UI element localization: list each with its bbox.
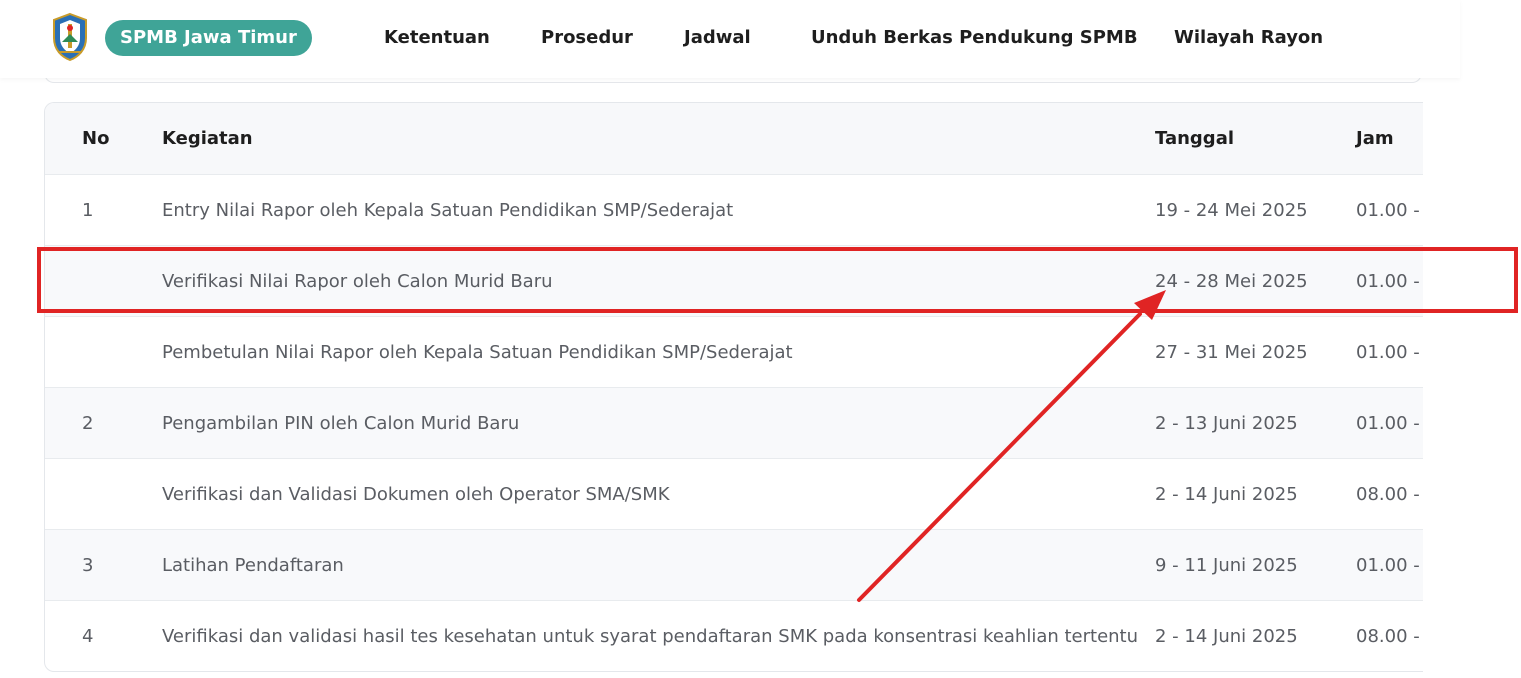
column-header-kegiatan: Kegiatan [162, 128, 253, 149]
schedule-table: No Kegiatan Tanggal Jam 1 Entry Nilai Ra… [44, 102, 1423, 672]
jawa-timur-emblem-icon[interactable] [50, 12, 90, 62]
cell-jam: 01.00 - [1356, 412, 1420, 434]
cell-kegiatan: Verifikasi Nilai Rapor oleh Calon Murid … [162, 270, 553, 292]
table-header-row: No Kegiatan Tanggal Jam [45, 103, 1423, 175]
nav-prosedur[interactable]: Prosedur [541, 26, 633, 50]
nav-unduh-berkas[interactable]: Unduh Berkas Pendukung SPMB [811, 26, 1138, 50]
table-row: Pembetulan Nilai Rapor oleh Kepala Satua… [45, 317, 1423, 388]
table-row: 3 Latihan Pendaftaran 9 - 11 Juni 2025 0… [45, 530, 1423, 601]
cell-tanggal: 27 - 31 Mei 2025 [1155, 341, 1308, 363]
column-header-no: No [82, 128, 110, 149]
cell-tanggal: 2 - 14 Juni 2025 [1155, 483, 1298, 505]
cell-jam: 08.00 - [1356, 626, 1420, 647]
table-row: 4 Verifikasi dan validasi hasil tes kese… [45, 601, 1423, 671]
cell-tanggal: 9 - 11 Juni 2025 [1155, 554, 1298, 576]
cell-kegiatan: Pengambilan PIN oleh Calon Murid Baru [162, 412, 520, 434]
cell-jam: 01.00 - [1356, 199, 1420, 221]
nav-wilayah-rayon[interactable]: Wilayah Rayon [1174, 26, 1323, 50]
cell-no: 1 [82, 199, 94, 221]
cell-kegiatan: Latihan Pendaftaran [162, 554, 344, 576]
column-header-tanggal: Tanggal [1155, 128, 1235, 149]
cell-jam: 01.00 - [1356, 270, 1420, 292]
cell-kegiatan: Entry Nilai Rapor oleh Kepala Satuan Pen… [162, 199, 734, 221]
cell-jam: 01.00 - [1356, 341, 1420, 363]
cell-jam: 08.00 - [1356, 483, 1420, 505]
cell-kegiatan: Pembetulan Nilai Rapor oleh Kepala Satua… [162, 341, 793, 363]
cell-no: 4 [82, 626, 94, 647]
table-row: Verifikasi dan Validasi Dokumen oleh Ope… [45, 459, 1423, 530]
cell-no: 3 [82, 554, 94, 576]
table-row: 1 Entry Nilai Rapor oleh Kepala Satuan P… [45, 175, 1423, 246]
nav-jadwal[interactable]: Jadwal [684, 26, 751, 50]
column-header-jam: Jam [1356, 128, 1394, 149]
cell-kegiatan: Verifikasi dan Validasi Dokumen oleh Ope… [162, 483, 670, 505]
cell-kegiatan: Verifikasi dan validasi hasil tes keseha… [162, 626, 1139, 647]
cell-no: 2 [82, 412, 94, 434]
top-navbar: SPMB Jawa Timur Ketentuan Prosedur Jadwa… [0, 0, 1460, 78]
brand-badge[interactable]: SPMB Jawa Timur [105, 20, 312, 56]
table-row: Verifikasi Nilai Rapor oleh Calon Murid … [45, 246, 1423, 317]
nav-ketentuan[interactable]: Ketentuan [384, 26, 490, 50]
cell-tanggal: 2 - 14 Juni 2025 [1155, 626, 1298, 647]
cell-tanggal: 24 - 28 Mei 2025 [1155, 270, 1308, 292]
cell-tanggal: 19 - 24 Mei 2025 [1155, 199, 1308, 221]
cell-tanggal: 2 - 13 Juni 2025 [1155, 412, 1298, 434]
cell-jam: 01.00 - [1356, 554, 1420, 576]
table-row: 2 Pengambilan PIN oleh Calon Murid Baru … [45, 388, 1423, 459]
